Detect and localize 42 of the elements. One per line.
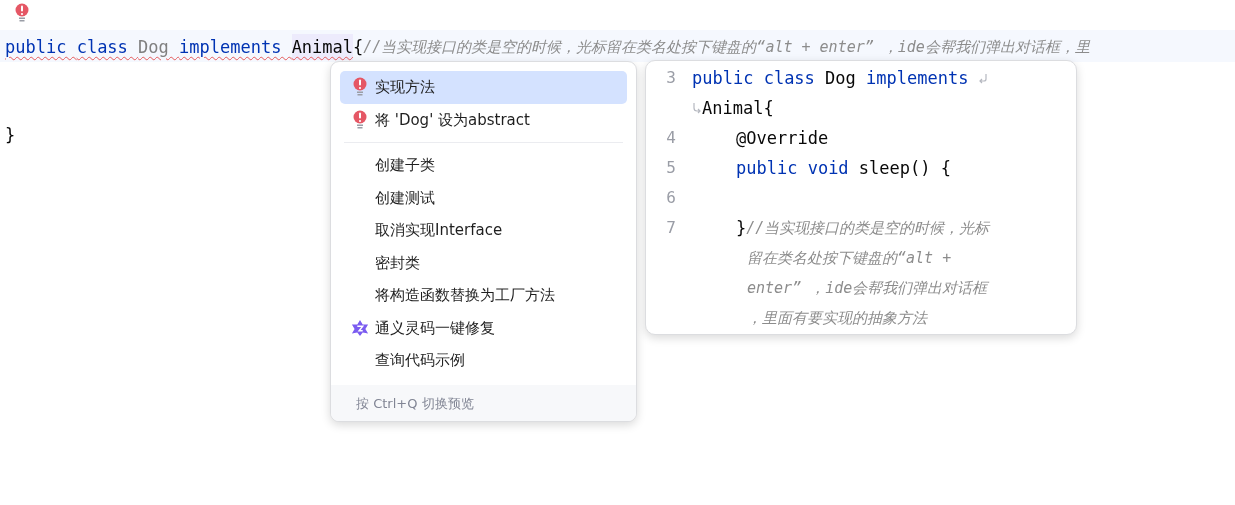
code-keyword: public: [692, 67, 755, 90]
menu-item[interactable]: 创建子类: [340, 149, 627, 182]
code-keyword: public: [736, 157, 799, 180]
line-number: 7: [666, 218, 676, 237]
line-number: 3: [666, 68, 676, 87]
lightbulb-icon: [353, 109, 367, 130]
soft-wrap-icon: [692, 102, 702, 114]
code-text: sleep() {: [858, 157, 951, 180]
line-number: 5: [666, 158, 676, 177]
menu-item[interactable]: 查询代码示例: [340, 344, 627, 377]
code-text: }: [5, 124, 16, 147]
code-text: Animal{: [702, 97, 774, 120]
lightbulb-icon: [15, 2, 29, 23]
menu-item[interactable]: 创建测试: [340, 181, 627, 214]
code-text: Animal: [291, 34, 354, 60]
line-number: 6: [666, 188, 676, 207]
lightbulb-icon: [353, 77, 367, 98]
menu-item[interactable]: 密封类: [340, 246, 627, 279]
code-comment: //当实现接口的类是空的时候，光标留在类名处按下键盘的“alt + enter” ，ide会帮我们弹出对话框，里: [363, 37, 1090, 58]
line-number: 4: [666, 128, 676, 147]
code-keyword: void: [807, 157, 850, 180]
code-keyword: class: [76, 36, 129, 59]
code-text: }: [736, 217, 747, 240]
code-comment: 留在类名处按下键盘的“alt +: [747, 248, 952, 269]
code-comment: enter” ，ide会帮我们弹出对话框: [747, 278, 988, 299]
menu-item[interactable]: 实现方法: [340, 71, 627, 104]
code-keyword: implements: [866, 67, 969, 90]
menu-item[interactable]: 取消实现Interface: [340, 214, 627, 247]
soft-wrap-icon: [978, 72, 989, 84]
class-name: Dog: [138, 36, 170, 59]
menu-item[interactable]: 通义灵码一键修复: [340, 311, 627, 344]
menu-hint: 按 Ctrl+Q 切换预览: [331, 384, 636, 421]
code-text: Dog: [825, 67, 857, 90]
code-keyword: implements: [179, 36, 283, 59]
code-text: @Override: [736, 127, 829, 150]
code-comment: //当实现接口的类是空的时候，光标: [746, 218, 990, 239]
code-text: {: [353, 36, 364, 59]
menu-item[interactable]: 将构造函数替换为工厂方法: [340, 279, 627, 312]
code-keyword: public: [5, 36, 68, 59]
menu-item[interactable]: 将 'Dog' 设为abstract: [340, 103, 627, 136]
code-keyword: class: [763, 67, 816, 90]
code-comment: ，里面有要实现的抽象方法: [747, 308, 927, 329]
